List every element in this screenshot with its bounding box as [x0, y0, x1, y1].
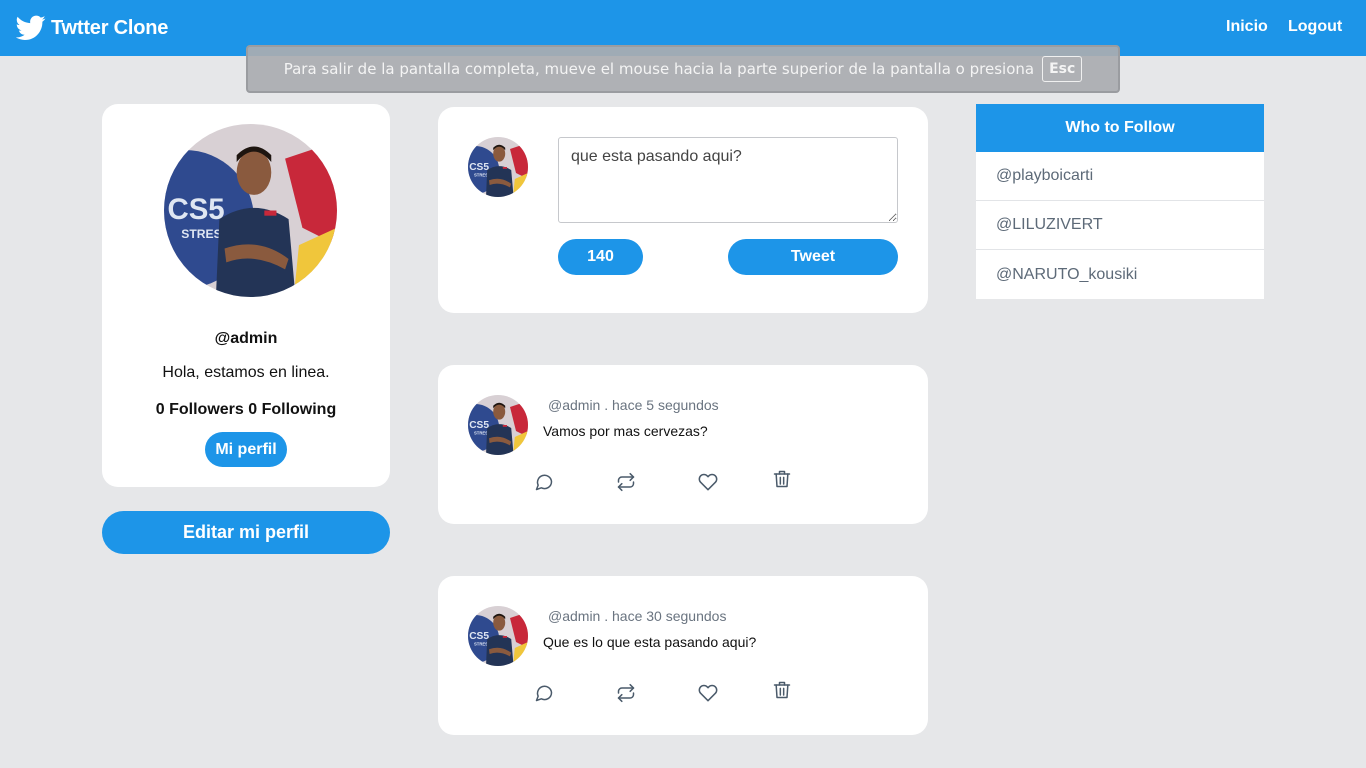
who-to-follow-panel: Who to Follow @playboicarti @LILUZIVERT … — [976, 104, 1264, 299]
profile-follow-stats: 0 Followers 0 Following — [155, 401, 337, 418]
tweet-card: @admin . hace 30 segundos Que es lo que … — [438, 576, 928, 735]
retweet-icon[interactable] — [615, 682, 637, 704]
tweet-handle[interactable]: @admin — [548, 397, 600, 413]
tweet-time: . hace 30 segundos — [604, 608, 727, 624]
delete-trash-icon[interactable] — [771, 679, 793, 701]
tweet-avatar — [468, 606, 528, 666]
delete-trash-icon[interactable] — [771, 468, 793, 490]
compose-avatar — [468, 137, 528, 197]
nav-logout-link[interactable]: Logout — [1288, 18, 1342, 36]
brand-title: Twtter Clone — [51, 16, 169, 39]
compose-tweet-card: 140 Tweet — [438, 107, 928, 313]
fullscreen-exit-notice: Para salir de la pantalla completa, muev… — [246, 45, 1120, 93]
like-heart-icon[interactable] — [697, 682, 719, 704]
reply-icon[interactable] — [533, 471, 555, 493]
reply-icon[interactable] — [533, 682, 555, 704]
my-profile-button[interactable]: Mi perfil — [205, 432, 287, 467]
tweet-avatar — [468, 395, 528, 455]
tweet-time: . hace 5 segundos — [604, 397, 719, 413]
esc-key-badge: Esc — [1042, 56, 1083, 82]
tweet-meta: @admin . hace 5 segundos — [548, 397, 719, 413]
profile-avatar — [164, 124, 337, 297]
profile-bio: Hola, estamos en linea. — [162, 364, 330, 381]
tweet-text: Que es lo que esta pasando aqui? — [543, 634, 757, 650]
tweet-handle[interactable]: @admin — [548, 608, 600, 624]
tweet-text: Vamos por mas cervezas? — [543, 423, 708, 439]
follow-suggestion-item[interactable]: @NARUTO_kousiki — [976, 250, 1264, 299]
nav-home-link[interactable]: Inicio — [1226, 18, 1268, 36]
twitter-bird-icon — [16, 15, 46, 40]
edit-profile-button[interactable]: Editar mi perfil — [102, 511, 390, 554]
like-heart-icon[interactable] — [697, 471, 719, 493]
who-to-follow-title: Who to Follow — [976, 104, 1264, 152]
tweet-meta: @admin . hace 30 segundos — [548, 608, 726, 624]
char-count-badge: 140 — [558, 239, 643, 275]
tweet-card: @admin . hace 5 segundos Vamos por mas c… — [438, 365, 928, 524]
follow-suggestion-item[interactable]: @LILUZIVERT — [976, 201, 1264, 250]
profile-handle: @admin — [214, 330, 278, 347]
retweet-icon[interactable] — [615, 471, 637, 493]
fullscreen-notice-text: Para salir de la pantalla completa, muev… — [283, 60, 1035, 78]
follow-suggestion-item[interactable]: @playboicarti — [976, 152, 1264, 201]
brand-link[interactable]: Twtter Clone — [16, 12, 168, 44]
tweet-compose-input[interactable] — [558, 137, 898, 223]
profile-card: @admin Hola, estamos en linea. 0 Followe… — [102, 104, 390, 487]
tweet-submit-button[interactable]: Tweet — [728, 239, 898, 275]
